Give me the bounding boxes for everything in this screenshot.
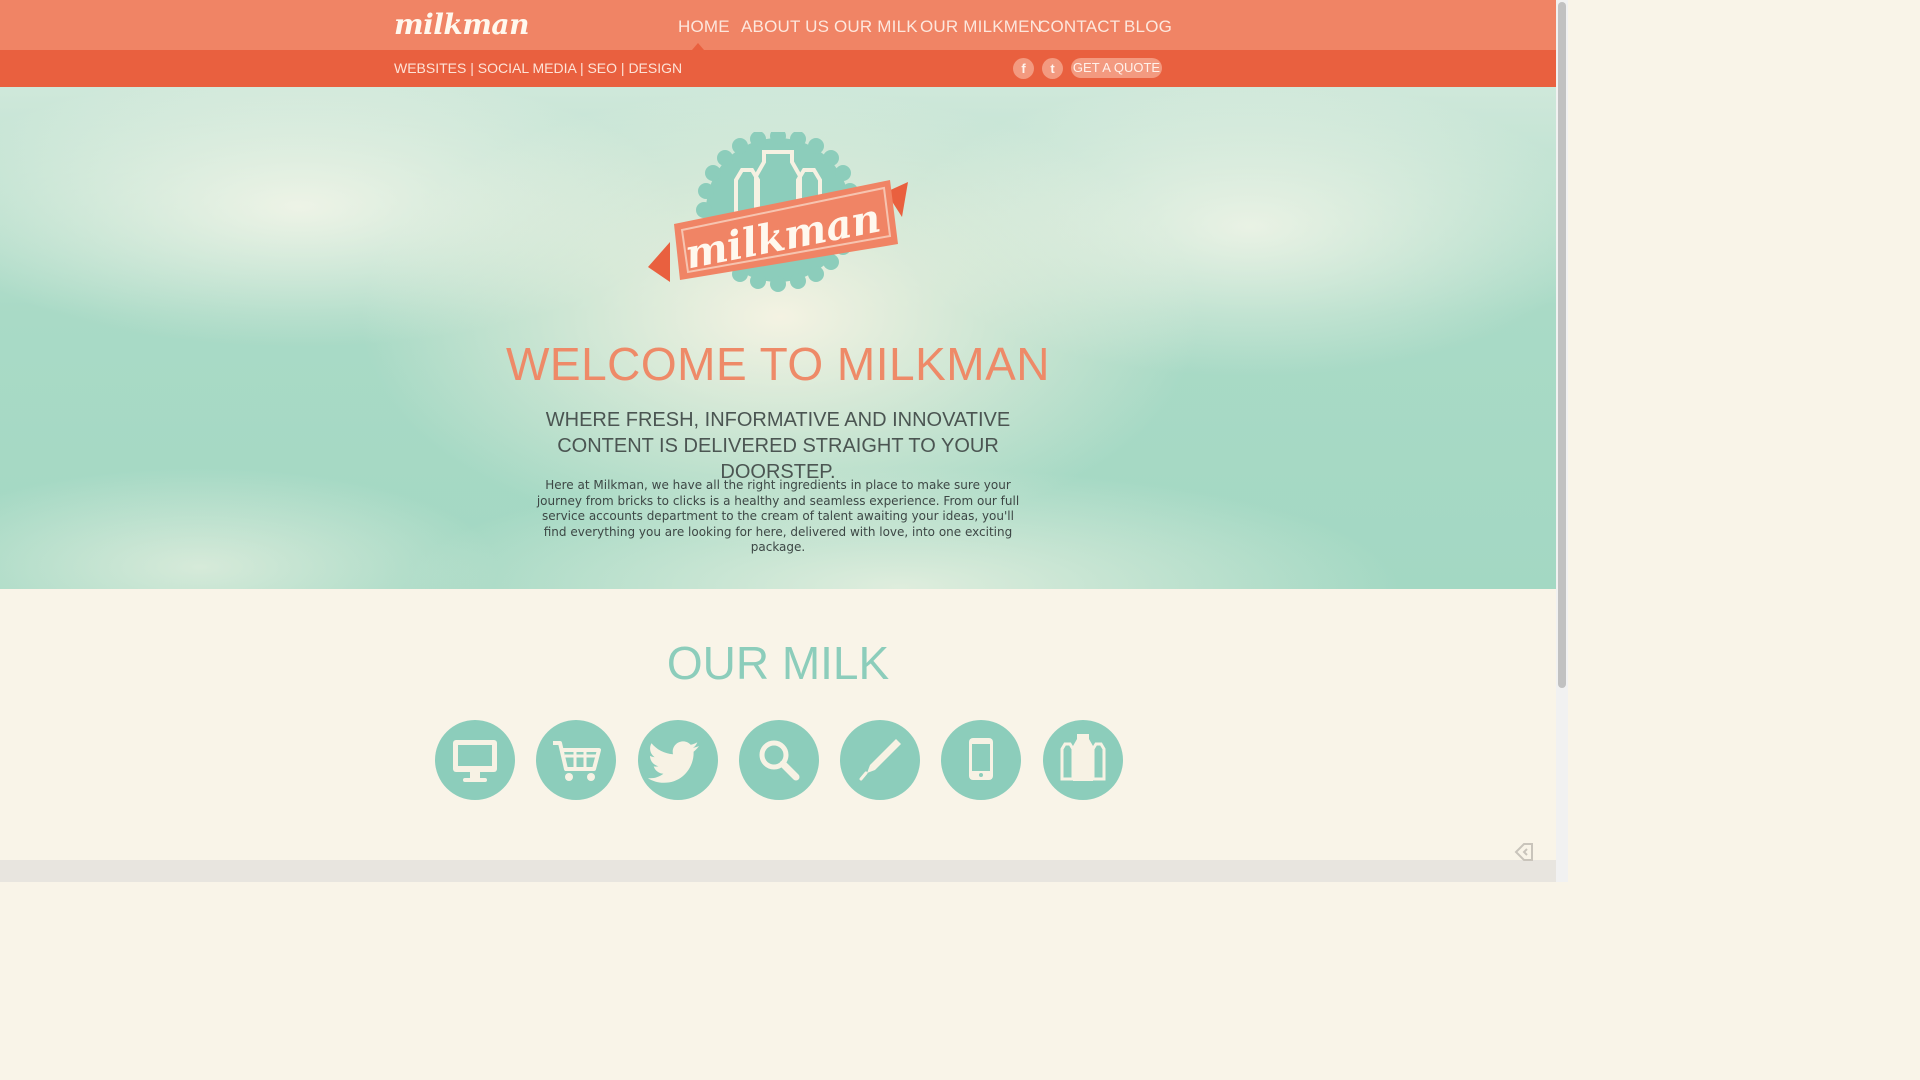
nav-item-about-us[interactable]: ABOUT US [741,17,829,37]
nav-item-blog[interactable]: BLOG [1124,17,1172,37]
hero-intro-text: Here at Milkman, we have all the right i… [536,478,1020,554]
hero-title: WELCOME TO MILKMAN [505,338,1051,390]
service-seo[interactable] [738,719,820,801]
our-milk-title: OUR MILK [666,637,890,689]
nav-item-our-milk[interactable]: OUR MILK [834,17,918,37]
service-full-package[interactable] [1042,719,1124,801]
pen-icon [840,720,920,800]
service-ecommerce[interactable] [535,719,617,801]
facebook-icon[interactable]: f [1013,58,1034,79]
service-websites[interactable] [434,719,516,801]
nav-item-contact[interactable]: CONTACT [1038,17,1120,37]
milk-bottles-icon [1043,720,1123,800]
footer-strip [0,860,1556,882]
sub-header-bar: WEBSITES | SOCIAL MEDIA | SEO | DESIGN f… [0,50,1556,87]
back-arrow-icon[interactable] [1512,840,1536,864]
hero-subtitle: WHERE FRESH, INFORMATIVE AND INNOVATIVE … [545,409,1011,483]
active-nav-indicator [692,43,704,50]
hero-section: milkman WELCOME TO MILKMAN WHERE FRESH, … [0,87,1556,589]
main-nav: HOME ABOUT US OUR MILK OUR MILKMEN CONTA… [0,0,1556,50]
services-tagline: WEBSITES | SOCIAL MEDIA | SEO | DESIGN [394,60,683,76]
get-a-quote-button[interactable]: GET A QUOTE [1071,58,1162,78]
twitter-bird-icon [638,720,718,800]
mobile-phone-icon [941,720,1021,800]
scrollbar-thumb[interactable] [1558,2,1566,688]
service-design[interactable] [839,719,921,801]
monitor-icon [435,720,515,800]
shopping-cart-icon [536,720,616,800]
milkman-badge-logo: milkman [648,132,908,292]
top-navigation-bar: milkman HOME ABOUT US OUR MILK OUR MILKM… [0,0,1556,50]
twitter-icon[interactable]: t [1042,58,1063,79]
nav-item-home[interactable]: HOME [678,17,730,37]
service-social-media[interactable] [637,719,719,801]
service-mobile[interactable] [940,719,1022,801]
search-icon [739,720,819,800]
nav-item-our-milkmen[interactable]: OUR MILKMEN [920,17,1042,37]
